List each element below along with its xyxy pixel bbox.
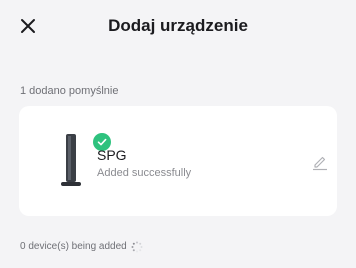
loading-spinner-icon	[131, 241, 143, 253]
header: Dodaj urządzenie	[0, 0, 356, 52]
pencil-icon	[313, 156, 327, 171]
adding-status: 0 device(s) being added	[20, 240, 143, 254]
page-title: Dodaj urządzenie	[108, 16, 248, 35]
heater-device-icon	[61, 134, 81, 186]
success-count-text: 1 dodano pomyślnie	[20, 85, 119, 97]
device-status: Added successfully	[97, 167, 192, 179]
edit-name-button[interactable]	[309, 151, 331, 173]
adding-status-text: 0 device(s) being added	[20, 241, 127, 252]
device-name: SPG	[97, 147, 127, 163]
add-device-screen: Dodaj urządzenie 1 dodano pomyślnie SPG …	[0, 0, 356, 268]
device-card[interactable]: SPG Added successfully	[19, 106, 337, 216]
